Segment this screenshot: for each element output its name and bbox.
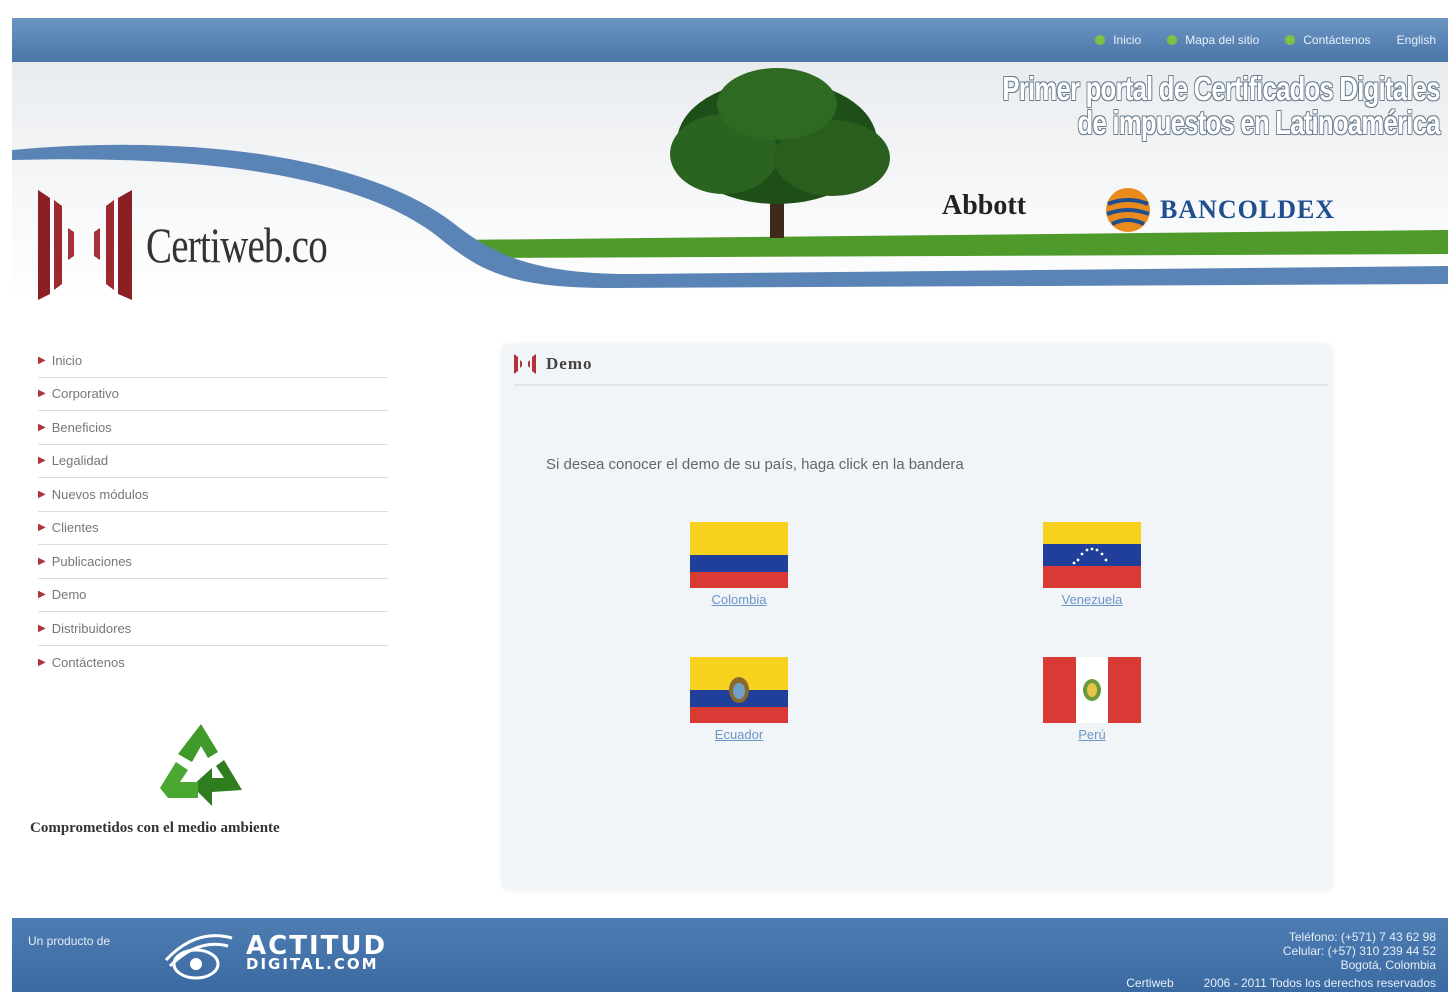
company-name-line2: DIGITAL.COM [246,955,379,973]
country-link-colombia[interactable]: Colombia [689,592,789,607]
arrow-bullet-icon: ▶ [38,455,46,467]
sidebar-item-clientes[interactable]: ▶ Clientes [38,512,388,545]
bullet-icon [1285,35,1296,45]
company-name-line1: ACTITUD [246,931,388,961]
contact-info: Teléfono: (+571) 7 43 62 98 Celular: (+5… [1283,930,1436,972]
panel-header: Demo [514,344,1328,386]
demo-panel: Demo Si desea conocer el demo de su país… [502,344,1332,890]
arrow-bullet-icon: ▶ [38,388,46,400]
tree-image [670,68,890,238]
country-option-venezuela[interactable]: Venezuela [1042,522,1142,607]
site-logo[interactable]: Certiweb.co [38,190,378,300]
bancoldex-globe-icon [1106,188,1150,232]
client-logo-abbott: Abbott [942,190,1027,221]
arrow-bullet-icon: ▶ [38,622,46,634]
country-option-ecuador[interactable]: Ecuador [689,657,789,742]
country-option-colombia[interactable]: Colombia [689,522,789,607]
certiweb-mini-logo-icon [514,354,536,374]
sidebar-item-publicaciones[interactable]: ▶ Publicaciones [38,545,388,579]
panel-title: Demo [546,354,593,373]
arrow-bullet-icon: ▶ [38,522,46,534]
peru-flag-icon[interactable] [1043,657,1141,723]
sidebar-item-inicio[interactable]: ▶ Inicio [38,344,388,378]
footer-product-of-label: Un producto de [28,934,111,948]
topnav-sitemap-link[interactable]: Mapa del sitio [1167,33,1259,47]
demo-instructions: Si desea conocer el demo de su país, hag… [546,456,964,473]
sidebar-item-corporativo[interactable]: ▶ Corporativo [38,378,388,411]
certiweb-logo-icon [38,190,132,300]
bullet-icon [1167,35,1178,45]
country-link-peru[interactable]: Perú [1042,727,1142,742]
sidebar-item-distribuidores[interactable]: ▶ Distribuidores [38,612,388,646]
ecuador-flag-icon[interactable] [690,657,788,723]
mobile-text: Celular: (+57) 310 239 44 52 [1282,944,1436,958]
arrow-bullet-icon: ▶ [38,488,46,500]
topnav-english-link[interactable]: English [1397,33,1436,47]
topnav-home-link[interactable]: Inicio [1095,33,1141,47]
arrow-bullet-icon: ▶ [38,354,46,366]
sidebar-menu: ▶ Inicio ▶ Corporativo ▶ Beneficios ▶ Legali… [38,344,388,679]
top-nav: Inicio Mapa del sitio Contáctenos Englis… [1095,18,1436,62]
arrow-bullet-icon: ▶ [38,656,46,668]
arrow-bullet-icon: ▶ [38,555,46,567]
grass-strip [452,230,1448,258]
client-logo-bancoldex: BANCOLDEX [1104,186,1335,234]
arrow-bullet-icon: ▶ [38,421,46,433]
sidebar-item-legalidad[interactable]: ▶ Legalidad [38,445,388,478]
sidebar-item-contactenos[interactable]: ▶ Contáctenos [38,646,388,680]
arrow-bullet-icon: ▶ [38,589,46,601]
country-option-peru[interactable]: Perú [1042,657,1142,742]
topnav-contact-link[interactable]: Contáctenos [1285,33,1371,47]
environment-commitment-text: Comprometidos con el medio ambiente [30,820,280,836]
header-banner: Primer portal de Certificados Digitales … [12,62,1448,302]
page-footer: Un producto de ACTITUD DIGITAL.COM Teléf… [12,918,1448,992]
recycle-icon [160,724,242,806]
copyright-line: Certiweb 2006 - 2011 Todos los derechos r… [1126,976,1436,990]
sidebar-item-beneficios[interactable]: ▶ Beneficios [38,411,388,445]
sidebar-item-demo[interactable]: ▶ Demo [38,579,388,612]
colombia-flag-icon[interactable] [690,522,788,588]
banner-slogan: Primer portal de Certificados Digitales … [1002,70,1441,141]
country-link-ecuador[interactable]: Ecuador [689,727,789,742]
top-nav-bar: Inicio Mapa del sitio Contáctenos Englis… [12,18,1448,62]
country-link-venezuela[interactable]: Venezuela [1042,592,1142,607]
bullet-icon [1095,35,1106,45]
phone-text: Teléfono: (+571) 7 43 62 98 [1288,930,1436,944]
copyright-text: 2006 - 2011 Todos los derechos reservado… [1203,976,1436,990]
venezuela-flag-icon[interactable] [1043,522,1141,588]
eye-logo-icon [164,934,233,980]
sidebar-item-nuevos-modulos[interactable]: ▶ Nuevos módulos [38,478,388,512]
actitud-digital-logo[interactable]: ACTITUD DIGITAL.COM [162,924,387,986]
footer-brand: Certiweb [1126,976,1174,990]
city-text: Bogotá, Colombia [1340,958,1436,972]
